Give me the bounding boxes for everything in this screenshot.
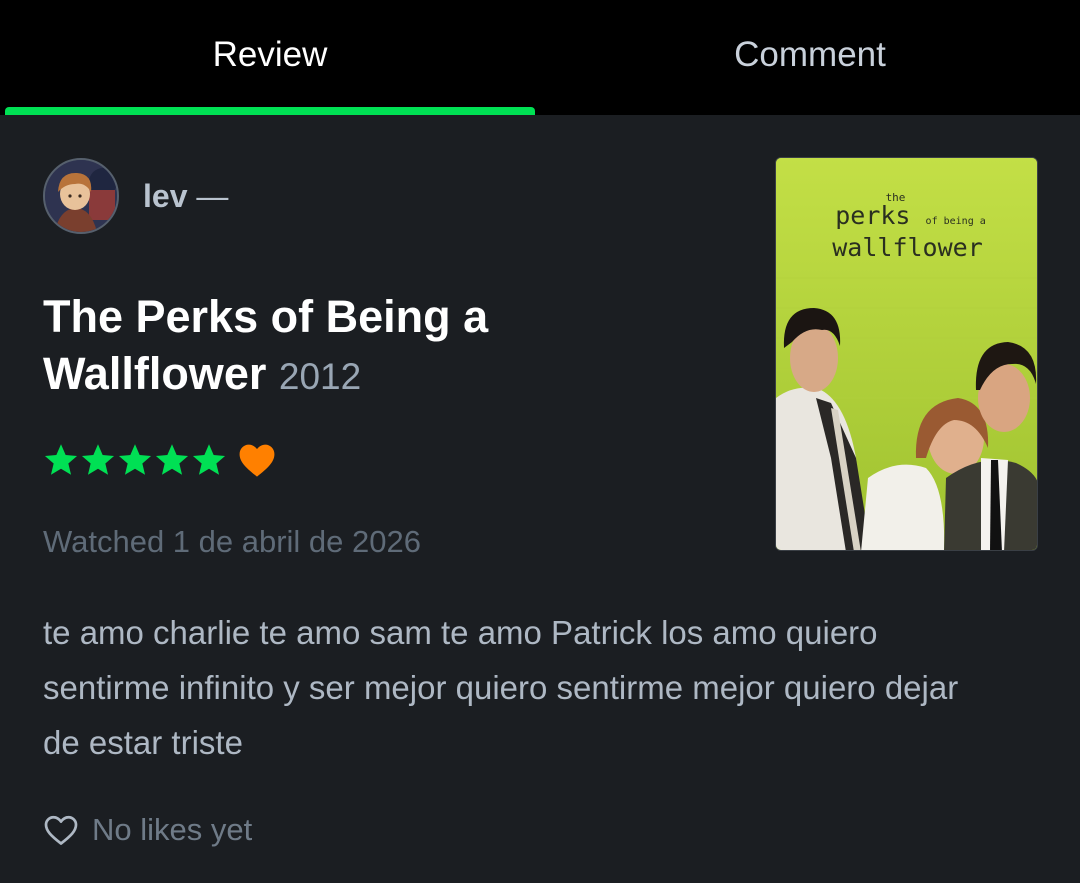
review-body: te amo charlie te amo sam te amo Patrick… — [43, 614, 959, 761]
heart-outline-icon[interactable] — [43, 813, 79, 847]
star-icon — [44, 444, 78, 475]
avatar-illustration — [45, 160, 117, 232]
author-name[interactable]: lev — — [143, 178, 228, 215]
film-poster[interactable]: the perks of being a wallflower — [775, 157, 1038, 551]
film-title-block: The Perks of Being a Wallflower 2012 — [43, 288, 603, 405]
author-dash: — — [196, 178, 229, 214]
likes-count-text: No likes yet — [92, 812, 253, 847]
active-tab-indicator — [5, 107, 535, 115]
star-rating — [43, 440, 276, 480]
poster-title-perks: perks — [835, 201, 911, 230]
avatar[interactable] — [43, 158, 119, 234]
poster-title-perks-line: perks of being a — [782, 201, 1037, 235]
film-year[interactable]: 2012 — [279, 356, 361, 397]
film-title[interactable]: The Perks of Being a Wallflower — [43, 291, 488, 399]
tab-comment[interactable]: Comment — [540, 0, 1080, 115]
watched-date: Watched 1 de abril de 2026 — [43, 524, 421, 559]
star-icon — [155, 444, 189, 475]
tab-review[interactable]: Review — [0, 0, 540, 115]
poster-title-wallflower: wallflower — [832, 233, 983, 262]
poster-title-of-being-a: of being a — [925, 216, 986, 227]
tab-comment-label: Comment — [734, 34, 886, 74]
star-icon — [118, 444, 152, 475]
review-screen: Review Comment lev — The Perks of Being … — [0, 0, 1080, 883]
star-icon — [81, 444, 115, 475]
star-icon — [192, 444, 226, 475]
tab-review-label: Review — [212, 34, 328, 74]
liked-heart-icon — [239, 444, 275, 477]
tab-bar: Review Comment — [0, 0, 1080, 115]
likes-row[interactable]: No likes yet — [43, 808, 252, 852]
poster-title: the perks of being a wallflower — [776, 192, 1037, 262]
author-username: lev — [143, 178, 188, 214]
